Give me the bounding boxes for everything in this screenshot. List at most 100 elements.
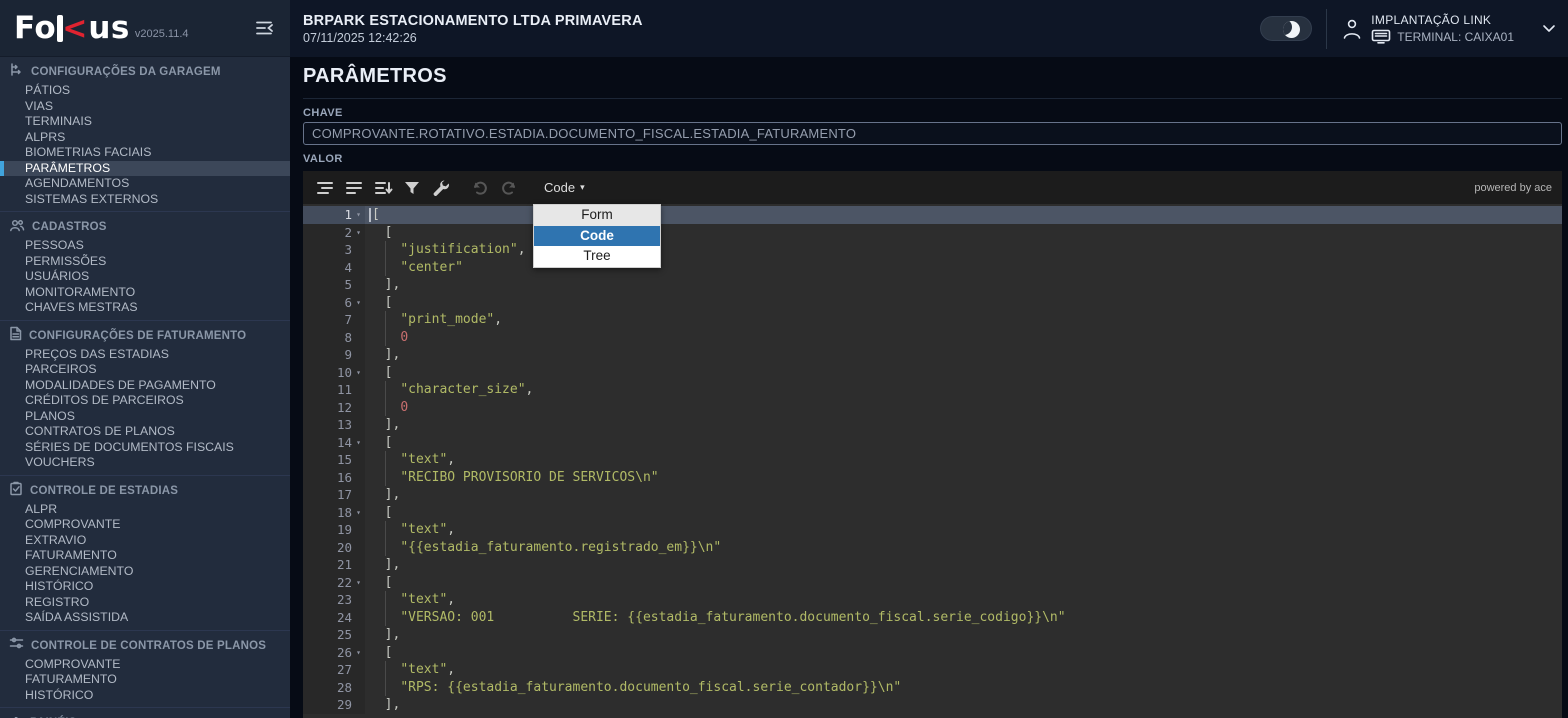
sidebar-item-faturamento[interactable]: FATURAMENTO — [0, 548, 290, 564]
redo-icon[interactable] — [497, 176, 521, 200]
line-content: ], — [365, 626, 400, 644]
chave-input[interactable] — [303, 122, 1562, 145]
gutter-cell[interactable]: 5 — [303, 276, 365, 294]
mode-select[interactable]: Code ▾ — [538, 177, 591, 198]
dark-mode-toggle[interactable] — [1260, 16, 1312, 41]
gutter-cell[interactable]: 27 — [303, 661, 365, 679]
repair-icon[interactable] — [429, 176, 453, 200]
sidebar-item-parametros[interactable]: PARÂMETROS — [0, 161, 290, 177]
indent-guide — [385, 521, 386, 539]
fold-arrow-icon[interactable]: ▾ — [352, 224, 365, 242]
sidebar-item-comprovante[interactable]: COMPROVANTE — [0, 517, 290, 533]
line-content: "RPS: {{estadia_faturamento.documento_fi… — [365, 679, 901, 697]
gutter-cell[interactable]: 28 — [303, 679, 365, 697]
gutter-cell[interactable]: 17 — [303, 486, 365, 504]
string-token: "character_size" — [400, 382, 525, 397]
gutter-cell[interactable]: 20 — [303, 539, 365, 557]
line-content: 0 — [365, 399, 408, 417]
mode-menu-item-form[interactable]: Form — [534, 205, 660, 226]
sidebar-item-permissoes[interactable]: PERMISSÕES — [0, 254, 290, 270]
sidebar-item-patios[interactable]: PÁTIOS — [0, 83, 290, 99]
fold-arrow-icon[interactable]: ▾ — [352, 364, 365, 382]
gutter-cell[interactable]: 7 — [303, 311, 365, 329]
gutter-cell[interactable]: 18▾ — [303, 504, 365, 522]
sidebar-item-gerenciamento[interactable]: GERENCIAMENTO — [0, 564, 290, 580]
mode-menu-item-code[interactable]: Code — [534, 226, 660, 247]
line-number: 13 — [337, 416, 352, 434]
sidebar-item-faturamento[interactable]: FATURAMENTO — [0, 672, 290, 688]
number-token: 0 — [400, 330, 408, 345]
gutter-cell[interactable]: 10▾ — [303, 364, 365, 382]
sidebar-item-saida-assistida[interactable]: SAÍDA ASSISTIDA — [0, 610, 290, 626]
sidebar-item-alprs[interactable]: ALPRS — [0, 130, 290, 146]
sidebar-item-historico[interactable]: HISTÓRICO — [0, 579, 290, 595]
sidebar-collapse-icon[interactable] — [254, 19, 276, 37]
fold-arrow-icon[interactable]: ▾ — [352, 294, 365, 312]
sidebar-item-series-de-documentos-fiscais[interactable]: SÉRIES DE DOCUMENTOS FISCAIS — [0, 440, 290, 456]
sidebar-section-controle-de-contratos-de-planos: CONTROLE DE CONTRATOS DE PLANOSCOMPROVAN… — [0, 631, 290, 709]
sidebar-item-biometrias-faciais[interactable]: BIOMETRIAS FACIAIS — [0, 145, 290, 161]
fold-arrow-icon[interactable]: ▾ — [352, 574, 365, 592]
sidebar-item-precos-das-estadias[interactable]: PREÇOS DAS ESTADIAS — [0, 347, 290, 363]
gutter-cell[interactable]: 24 — [303, 609, 365, 627]
sidebar-item-monitoramento[interactable]: MONITORAMENTO — [0, 285, 290, 301]
format-json-icon[interactable] — [313, 176, 337, 200]
sidebar-item-agendamentos[interactable]: AGENDAMENTOS — [0, 176, 290, 192]
gutter-cell[interactable]: 3 — [303, 241, 365, 259]
gutter-cell[interactable]: 4 — [303, 259, 365, 277]
sidebar-item-modalidades-de-pagamento[interactable]: MODALIDADES DE PAGAMENTO — [0, 378, 290, 394]
mode-menu-item-tree[interactable]: Tree — [534, 246, 660, 267]
punct-token: [ — [385, 645, 393, 660]
gutter-cell[interactable]: 11 — [303, 381, 365, 399]
fold-arrow-icon[interactable]: ▾ — [352, 644, 365, 662]
code-line-21: 21 ], — [303, 556, 1562, 574]
gutter-cell[interactable]: 29 — [303, 696, 365, 714]
gutter-cell[interactable]: 8 — [303, 329, 365, 347]
compact-json-icon[interactable] — [342, 176, 366, 200]
sidebar-item-usuarios[interactable]: USUÁRIOS — [0, 269, 290, 285]
sidebar-item-sistemas-externos[interactable]: SISTEMAS EXTERNOS — [0, 192, 290, 208]
gutter-cell[interactable]: 14▾ — [303, 434, 365, 452]
fold-arrow-icon[interactable]: ▾ — [352, 504, 365, 522]
sidebar-item-chaves-mestras[interactable]: CHAVES MESTRAS — [0, 300, 290, 316]
gutter-cell[interactable]: 12 — [303, 399, 365, 417]
sidebar-item-vias[interactable]: VIAS — [0, 99, 290, 115]
sidebar-item-contratos-de-planos[interactable]: CONTRATOS DE PLANOS — [0, 424, 290, 440]
sidebar-item-alpr[interactable]: ALPR — [0, 502, 290, 518]
sidebar-item-registro[interactable]: REGISTRO — [0, 595, 290, 611]
gutter-cell[interactable]: 21 — [303, 556, 365, 574]
undo-icon[interactable] — [468, 176, 492, 200]
sidebar-item-planos[interactable]: PLANOS — [0, 409, 290, 425]
sidebar-item-comprovante[interactable]: COMPROVANTE — [0, 657, 290, 673]
sidebar-item-parceiros[interactable]: PARCEIROS — [0, 362, 290, 378]
sidebar-item-extravio[interactable]: EXTRAVIO — [0, 533, 290, 549]
sort-icon[interactable] — [371, 176, 395, 200]
gutter-cell[interactable]: 15 — [303, 451, 365, 469]
fold-arrow-icon[interactable]: ▾ — [352, 206, 365, 224]
powered-by-ace-link[interactable]: powered by ace — [1474, 182, 1552, 194]
gutter-cell[interactable]: 25 — [303, 626, 365, 644]
line-content: [ — [365, 504, 392, 522]
punct-token: ], — [385, 697, 401, 712]
sidebar-item-pessoas[interactable]: PESSOAS — [0, 238, 290, 254]
line-content: ], — [365, 416, 400, 434]
filter-icon[interactable] — [400, 176, 424, 200]
gutter-cell[interactable]: 2▾ — [303, 224, 365, 242]
sidebar-item-historico[interactable]: HISTÓRICO — [0, 688, 290, 704]
gutter-cell[interactable]: 13 — [303, 416, 365, 434]
gutter-cell[interactable]: 6▾ — [303, 294, 365, 312]
sidebar-item-terminais[interactable]: TERMINAIS — [0, 114, 290, 130]
code-area[interactable]: 1▾[2▾ [3 "justification",4 "center"5 ],6… — [303, 204, 1562, 718]
gutter-cell[interactable]: 22▾ — [303, 574, 365, 592]
sidebar-item-creditos-de-parceiros[interactable]: CRÉDITOS DE PARCEIROS — [0, 393, 290, 409]
gutter-cell[interactable]: 19 — [303, 521, 365, 539]
chevron-down-icon[interactable] — [1542, 24, 1556, 33]
sidebar-item-vouchers[interactable]: VOUCHERS — [0, 455, 290, 471]
topbar-company-block: BRPARK ESTACIONAMENTO LTDA PRIMAVERA 07/… — [303, 13, 643, 45]
gutter-cell[interactable]: 9 — [303, 346, 365, 364]
fold-arrow-icon[interactable]: ▾ — [352, 434, 365, 452]
gutter-cell[interactable]: 1▾ — [303, 206, 365, 224]
gutter-cell[interactable]: 26▾ — [303, 644, 365, 662]
gutter-cell[interactable]: 23 — [303, 591, 365, 609]
gutter-cell[interactable]: 16 — [303, 469, 365, 487]
